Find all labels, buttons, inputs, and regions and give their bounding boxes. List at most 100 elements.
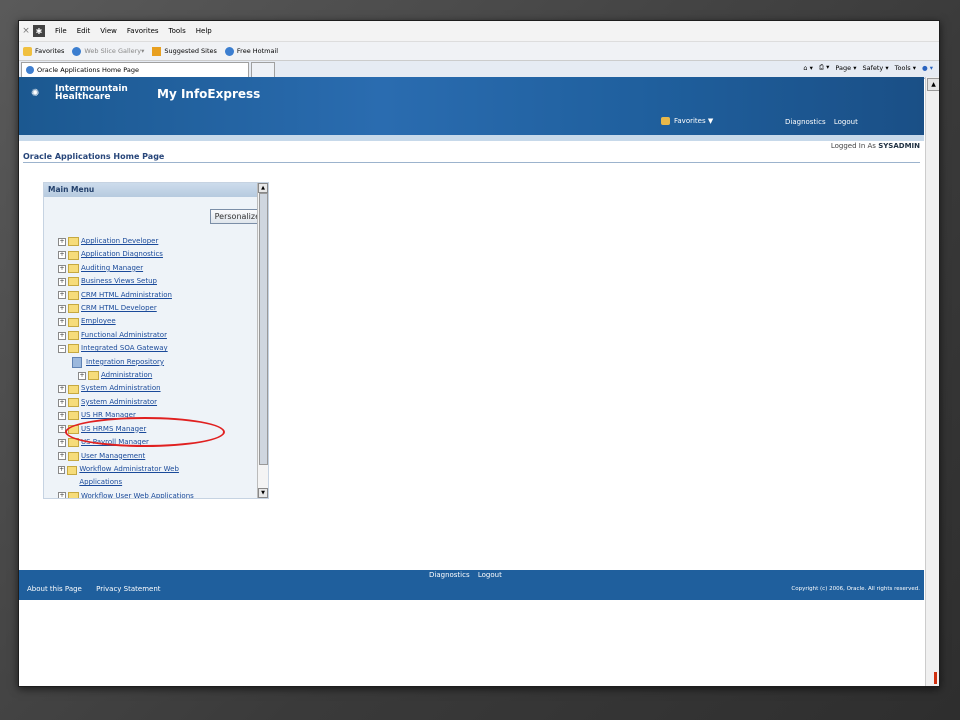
expand-icon[interactable]: +	[58, 251, 66, 260]
expand-icon[interactable]: +	[58, 385, 66, 394]
privacy-statement-link[interactable]: Privacy Statement	[96, 585, 160, 593]
favorites-button[interactable]: Favorites	[23, 46, 64, 56]
expand-icon[interactable]: +	[58, 465, 66, 474]
print-icon[interactable]: ⎙ ▾	[819, 63, 830, 72]
page-scroll-up-icon[interactable]: ▲	[927, 78, 939, 91]
ie-icon	[224, 46, 234, 56]
menu-view[interactable]: View	[100, 27, 117, 35]
annotation-highlight-ellipse	[65, 417, 225, 447]
bing-icon	[152, 46, 162, 56]
expand-icon[interactable]: +	[58, 492, 66, 498]
folder-icon	[68, 411, 79, 421]
menu-tools[interactable]: Tools	[169, 27, 186, 35]
banner-subband	[19, 135, 924, 141]
menu-item-auditing-manager[interactable]: + Auditing Manager	[58, 262, 208, 275]
fav-link-free-hotmail[interactable]: Free Hotmail	[224, 46, 278, 56]
expand-icon[interactable]: +	[58, 398, 66, 407]
fav-link-web-slice[interactable]: Web Slice Gallery ▾	[72, 46, 144, 56]
menu-item-user-management[interactable]: + User Management	[58, 450, 208, 463]
page-scrollbar[interactable]: ▲	[925, 77, 939, 686]
folder-icon	[68, 384, 79, 394]
collapse-icon[interactable]: −	[58, 344, 66, 353]
bird-logo-icon: ✺	[31, 88, 40, 99]
scroll-down-arrow-icon[interactable]: ▼	[258, 488, 268, 498]
menu-item-application-developer[interactable]: + Application Developer	[58, 235, 208, 248]
menu-item-application-diagnostics[interactable]: + Application Diagnostics	[58, 248, 208, 261]
menu-item-system-administration[interactable]: + System Administration	[58, 382, 208, 395]
toolbar-logo-icon: ✱	[33, 25, 45, 37]
folder-icon	[67, 465, 78, 475]
folder-icon	[88, 371, 99, 381]
footer-global-links: Diagnostics Logout	[429, 571, 508, 579]
folder-icon	[68, 290, 79, 300]
folder-icon	[68, 237, 79, 247]
menu-edit[interactable]: Edit	[77, 27, 91, 35]
menu-item-business-views-setup[interactable]: + Business Views Setup	[58, 275, 208, 288]
app-banner: ✺ Intermountain Healthcare My InfoExpres…	[19, 77, 924, 135]
footer-diagnostics-link[interactable]: Diagnostics	[429, 571, 470, 579]
menu-scrollbar[interactable]: ▲ ▼	[257, 183, 268, 498]
menu-help[interactable]: Help	[196, 27, 212, 35]
menu-file[interactable]: File	[55, 27, 67, 35]
menu-item-crm-html-administration[interactable]: + CRM HTML Administration	[58, 289, 208, 302]
expand-icon[interactable]: +	[58, 277, 66, 286]
expand-icon[interactable]: +	[58, 318, 66, 327]
cmd-page[interactable]: Page ▾	[835, 64, 856, 72]
cmd-tools[interactable]: Tools ▾	[895, 64, 916, 72]
main-menu-panel: Main Menu Personalize + Application Devel…	[43, 182, 269, 499]
document-icon	[72, 356, 82, 368]
expand-icon[interactable]: +	[58, 291, 66, 300]
star-icon	[23, 46, 32, 56]
about-page-link[interactable]: About this Page	[27, 585, 82, 593]
menu-item-system-administrator[interactable]: + System Administrator	[58, 396, 208, 409]
expand-icon[interactable]: +	[58, 452, 66, 461]
menu-item-workflow-user-web-applications[interactable]: + Workflow User Web Applications	[58, 490, 208, 498]
help-icon[interactable]: ● ▾	[922, 64, 933, 72]
page-content: ✺ Intermountain Healthcare My InfoExpres…	[19, 77, 924, 686]
new-tab-button[interactable]	[251, 61, 275, 78]
menu-item-employee[interactable]: + Employee	[58, 315, 208, 328]
expand-icon[interactable]: +	[78, 371, 86, 380]
diagnostics-link[interactable]: Diagnostics	[785, 118, 826, 126]
main-menu-title: Main Menu	[44, 183, 268, 197]
title-divider	[23, 162, 920, 163]
cmd-safety[interactable]: Safety ▾	[862, 64, 888, 72]
menu-item-integrated-soa-gateway[interactable]: − Integrated SOA Gateway	[58, 342, 208, 355]
menu-scroll-thumb[interactable]	[259, 193, 268, 465]
logged-in-status: Logged In As SYSADMIN	[830, 142, 920, 150]
folder-icon	[68, 491, 79, 498]
close-icon[interactable]: ×	[19, 26, 33, 36]
expand-icon[interactable]: +	[58, 237, 66, 246]
tab-oracle-home[interactable]: Oracle Applications Home Page	[21, 61, 249, 78]
expand-icon[interactable]: +	[58, 438, 66, 447]
ie-page-icon	[26, 66, 34, 74]
menu-favorites[interactable]: Favorites	[127, 27, 159, 35]
menu-item-functional-administrator[interactable]: + Functional Administrator	[58, 329, 208, 342]
command-bar: ⌂ ▾ ⎙ ▾ Page ▾ Safety ▾ Tools ▾ ● ▾	[803, 63, 933, 72]
favorites-icon	[661, 117, 670, 125]
expand-icon[interactable]: +	[58, 304, 66, 313]
scroll-up-arrow-icon[interactable]: ▲	[258, 183, 268, 193]
expand-icon[interactable]: +	[58, 411, 66, 420]
footer-logout-link[interactable]: Logout	[478, 571, 502, 579]
expand-icon[interactable]: +	[58, 264, 66, 273]
favorites-menu[interactable]: Favorites ▼	[661, 117, 713, 125]
home-icon[interactable]: ⌂ ▾	[803, 64, 812, 72]
web-slice-icon	[72, 46, 82, 56]
page-marker	[934, 672, 937, 684]
page-title: Oracle Applications Home Page	[23, 152, 165, 161]
menu-item-crm-html-developer[interactable]: + CRM HTML Developer	[58, 302, 208, 315]
menu-item-workflow-administrator-web-applications[interactable]: + Workflow Administrator Web Applications	[58, 463, 208, 490]
expand-icon[interactable]: +	[58, 331, 66, 340]
folder-icon	[68, 331, 79, 341]
fav-link-suggested-sites[interactable]: Suggested Sites	[152, 46, 217, 56]
folder-icon	[68, 250, 79, 260]
page-footer: Diagnostics Logout About this Page Priva…	[19, 570, 924, 600]
menu-item-integration-repository[interactable]: Integration Repository	[58, 356, 208, 369]
open-folder-icon	[68, 344, 79, 354]
global-links: Diagnostics Logout	[785, 118, 864, 126]
logout-link[interactable]: Logout	[834, 118, 858, 126]
menu-item-administration[interactable]: + Administration	[58, 369, 208, 382]
browser-window: × ✱ File Edit View Favorites Tools Help …	[18, 20, 940, 687]
footer-links: About this Page Privacy Statement	[27, 585, 173, 593]
